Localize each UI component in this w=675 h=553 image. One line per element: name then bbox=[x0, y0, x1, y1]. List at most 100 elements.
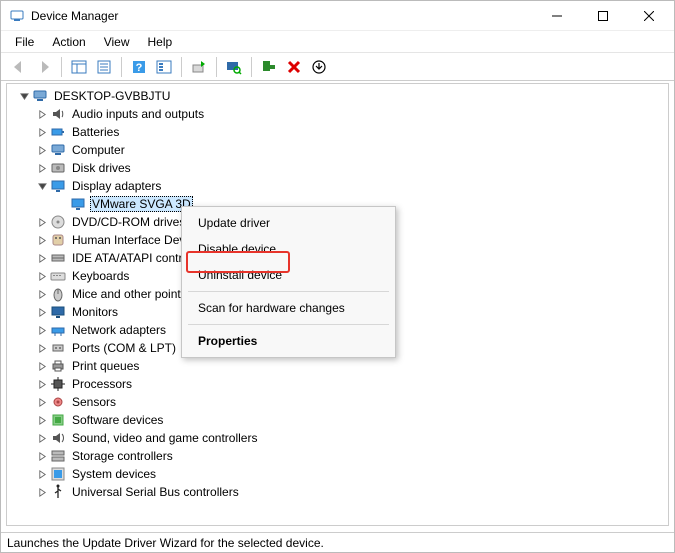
computer-icon bbox=[32, 88, 48, 104]
expand-twisty-icon[interactable] bbox=[35, 305, 49, 319]
toolbar-separator bbox=[216, 57, 217, 77]
expand-twisty-icon[interactable] bbox=[35, 233, 49, 247]
collapse-twisty-icon[interactable] bbox=[17, 89, 31, 103]
context-menu: Update driver Disable device Uninstall d… bbox=[181, 206, 396, 358]
tree-category[interactable]: System devices bbox=[35, 465, 668, 483]
tree-category[interactable]: Display adapters bbox=[35, 177, 668, 195]
tree-category-label: Print queues bbox=[70, 359, 141, 373]
tree-category[interactable]: Audio inputs and outputs bbox=[35, 105, 668, 123]
app-icon bbox=[9, 8, 25, 24]
disk-icon bbox=[50, 160, 66, 176]
enable-device-button[interactable] bbox=[257, 56, 281, 78]
battery-icon bbox=[50, 124, 66, 140]
uninstall-device-button[interactable] bbox=[307, 56, 331, 78]
tree-category-label: DVD/CD-ROM drives bbox=[70, 215, 187, 229]
close-button[interactable] bbox=[626, 1, 672, 31]
menu-view[interactable]: View bbox=[96, 33, 138, 51]
tree-category[interactable]: Software devices bbox=[35, 411, 668, 429]
back-button[interactable] bbox=[7, 56, 31, 78]
expand-twisty-icon[interactable] bbox=[35, 431, 49, 445]
sensor-icon bbox=[50, 394, 66, 410]
expand-twisty-icon[interactable] bbox=[35, 161, 49, 175]
ctx-properties[interactable]: Properties bbox=[184, 328, 393, 354]
expand-twisty-icon[interactable] bbox=[35, 485, 49, 499]
menu-action[interactable]: Action bbox=[44, 33, 93, 51]
tree-category[interactable]: Computer bbox=[35, 141, 668, 159]
tree-category[interactable]: Sensors bbox=[35, 393, 668, 411]
tree-category-label: Universal Serial Bus controllers bbox=[70, 485, 241, 499]
window-controls bbox=[534, 1, 672, 31]
expand-twisty-icon[interactable] bbox=[35, 215, 49, 229]
tree-device-label: VMware SVGA 3D bbox=[90, 196, 193, 212]
ports-icon bbox=[50, 340, 66, 356]
expand-twisty-icon[interactable] bbox=[35, 107, 49, 121]
list-view-button[interactable] bbox=[152, 56, 176, 78]
tree-category-label: Network adapters bbox=[70, 323, 168, 337]
menu-help[interactable]: Help bbox=[140, 33, 181, 51]
maximize-button[interactable] bbox=[580, 1, 626, 31]
toolbar-separator bbox=[61, 57, 62, 77]
expand-twisty-icon[interactable] bbox=[35, 449, 49, 463]
expand-twisty-icon[interactable] bbox=[35, 395, 49, 409]
tree-category[interactable]: Print queues bbox=[35, 357, 668, 375]
expand-twisty-icon[interactable] bbox=[35, 287, 49, 301]
cpu-icon bbox=[50, 376, 66, 392]
tree-category[interactable]: Processors bbox=[35, 375, 668, 393]
tree-category-label: Software devices bbox=[70, 413, 165, 427]
tree-category[interactable]: Universal Serial Bus controllers bbox=[35, 483, 668, 501]
tree-root-label: DESKTOP-GVBBJTU bbox=[52, 89, 172, 103]
tree-root[interactable]: DESKTOP-GVBBJTU bbox=[17, 87, 668, 105]
help-toolbar-button[interactable]: ? bbox=[127, 56, 151, 78]
show-hide-console-button[interactable] bbox=[67, 56, 91, 78]
tree-category-label: Batteries bbox=[70, 125, 121, 139]
sound-icon bbox=[50, 430, 66, 446]
disable-device-button[interactable] bbox=[282, 56, 306, 78]
storage-icon bbox=[50, 448, 66, 464]
expand-twisty-icon[interactable] bbox=[35, 125, 49, 139]
ctx-disable-device[interactable]: Disable device bbox=[184, 236, 393, 262]
expand-twisty-icon[interactable] bbox=[35, 377, 49, 391]
ctx-uninstall-device[interactable]: Uninstall device bbox=[184, 262, 393, 288]
tree-category-label: Ports (COM & LPT) bbox=[70, 341, 178, 355]
toolbar: ? bbox=[1, 53, 674, 81]
expand-twisty-icon[interactable] bbox=[35, 467, 49, 481]
tree-category-label: Computer bbox=[70, 143, 127, 157]
expand-twisty-icon[interactable] bbox=[35, 251, 49, 265]
expand-twisty-icon[interactable] bbox=[35, 323, 49, 337]
printer-icon bbox=[50, 358, 66, 374]
expand-twisty-icon[interactable] bbox=[35, 413, 49, 427]
tree-category-label: Audio inputs and outputs bbox=[70, 107, 206, 121]
menu-file[interactable]: File bbox=[7, 33, 42, 51]
usb-icon bbox=[50, 484, 66, 500]
toolbar-separator bbox=[121, 57, 122, 77]
tree-category[interactable]: Batteries bbox=[35, 123, 668, 141]
ide-icon bbox=[50, 250, 66, 266]
ctx-scan-hardware[interactable]: Scan for hardware changes bbox=[184, 295, 393, 321]
expand-twisty-icon[interactable] bbox=[35, 143, 49, 157]
toolbar-separator bbox=[251, 57, 252, 77]
keyboard-icon bbox=[50, 268, 66, 284]
tree-category[interactable]: Storage controllers bbox=[35, 447, 668, 465]
collapse-twisty-icon[interactable] bbox=[35, 179, 49, 193]
tree-category[interactable]: Sound, video and game controllers bbox=[35, 429, 668, 447]
menubar: File Action View Help bbox=[1, 31, 674, 53]
tree-category[interactable]: Disk drives bbox=[35, 159, 668, 177]
properties-toolbar-button[interactable] bbox=[92, 56, 116, 78]
display-icon bbox=[50, 178, 66, 194]
display-icon bbox=[70, 196, 86, 212]
ctx-separator bbox=[188, 324, 389, 325]
scan-hardware-button[interactable] bbox=[222, 56, 246, 78]
minimize-button[interactable] bbox=[534, 1, 580, 31]
forward-button[interactable] bbox=[32, 56, 56, 78]
ctx-update-driver[interactable]: Update driver bbox=[184, 210, 393, 236]
hid-icon bbox=[50, 232, 66, 248]
tree-category-label: Sensors bbox=[70, 395, 118, 409]
status-bar: Launches the Update Driver Wizard for th… bbox=[1, 532, 674, 552]
update-driver-button[interactable] bbox=[187, 56, 211, 78]
tree-category-label: Storage controllers bbox=[70, 449, 175, 463]
expand-twisty-icon[interactable] bbox=[35, 341, 49, 355]
cdrom-icon bbox=[50, 214, 66, 230]
expand-twisty-icon[interactable] bbox=[35, 359, 49, 373]
software-icon bbox=[50, 412, 66, 428]
expand-twisty-icon[interactable] bbox=[35, 269, 49, 283]
